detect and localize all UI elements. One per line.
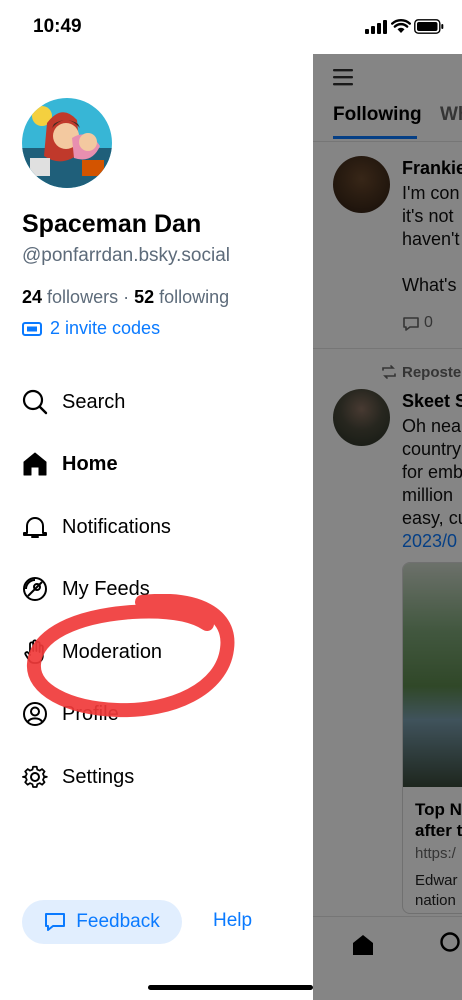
profile-avatar[interactable] [22, 98, 112, 188]
search-icon [22, 389, 48, 415]
following-count: 52 [134, 287, 155, 307]
nav-item-profile[interactable]: Profile [22, 694, 119, 734]
help-link[interactable]: Help [213, 910, 252, 932]
nav-label-moderation: Moderation [62, 640, 163, 663]
nav-item-my-feeds[interactable]: My Feeds [22, 569, 150, 609]
ticket-icon [22, 321, 42, 336]
nav-label-settings: Settings [62, 765, 135, 788]
hand-icon [24, 639, 44, 664]
profile-icon [23, 702, 47, 726]
invite-codes-link[interactable]: 2 invite codes [22, 318, 160, 339]
battery-icon [414, 19, 444, 34]
side-drawer: Spaceman Dan @ponfarrdan.bsky.social 24 … [0, 54, 313, 1000]
stats-separator: · [123, 287, 130, 307]
feedback-button[interactable]: Feedback [22, 900, 182, 944]
followers-count: 24 [22, 287, 43, 307]
home-icon [23, 452, 47, 476]
signal-icon [365, 20, 387, 34]
nav-label-profile: Profile [62, 702, 119, 725]
nav-item-search[interactable]: Search [22, 382, 125, 422]
nav-label-notifications: Notifications [62, 515, 171, 538]
nav-item-home[interactable]: Home [22, 444, 118, 484]
nav-label-home: Home [62, 452, 118, 475]
nav-item-moderation[interactable]: Moderation [22, 632, 162, 672]
home-indicator [148, 985, 313, 990]
gear-icon [22, 765, 48, 788]
nav-label-my-feeds: My Feeds [62, 577, 150, 600]
follow-stats[interactable]: 24 followers · 52 following [22, 287, 229, 308]
invite-codes-label: 2 invite codes [50, 318, 161, 338]
nav-label-search: Search [62, 390, 126, 413]
status-bar: 10:49 [0, 0, 462, 54]
following-label: following [159, 287, 230, 307]
nav-item-notifications[interactable]: Notifications [22, 507, 171, 547]
status-time: 10:49 [33, 16, 82, 37]
wifi-icon [391, 19, 411, 33]
display-name: Spaceman Dan [22, 210, 202, 238]
nav-item-settings[interactable]: Settings [22, 757, 134, 797]
chat-icon [45, 913, 66, 931]
feedback-label: Feedback [76, 911, 160, 932]
satellite-icon [23, 577, 47, 601]
drawer-backdrop[interactable] [313, 54, 462, 1000]
bell-icon [23, 517, 47, 538]
profile-handle: @ponfarrdan.bsky.social [22, 245, 230, 266]
followers-label: followers [47, 287, 119, 307]
